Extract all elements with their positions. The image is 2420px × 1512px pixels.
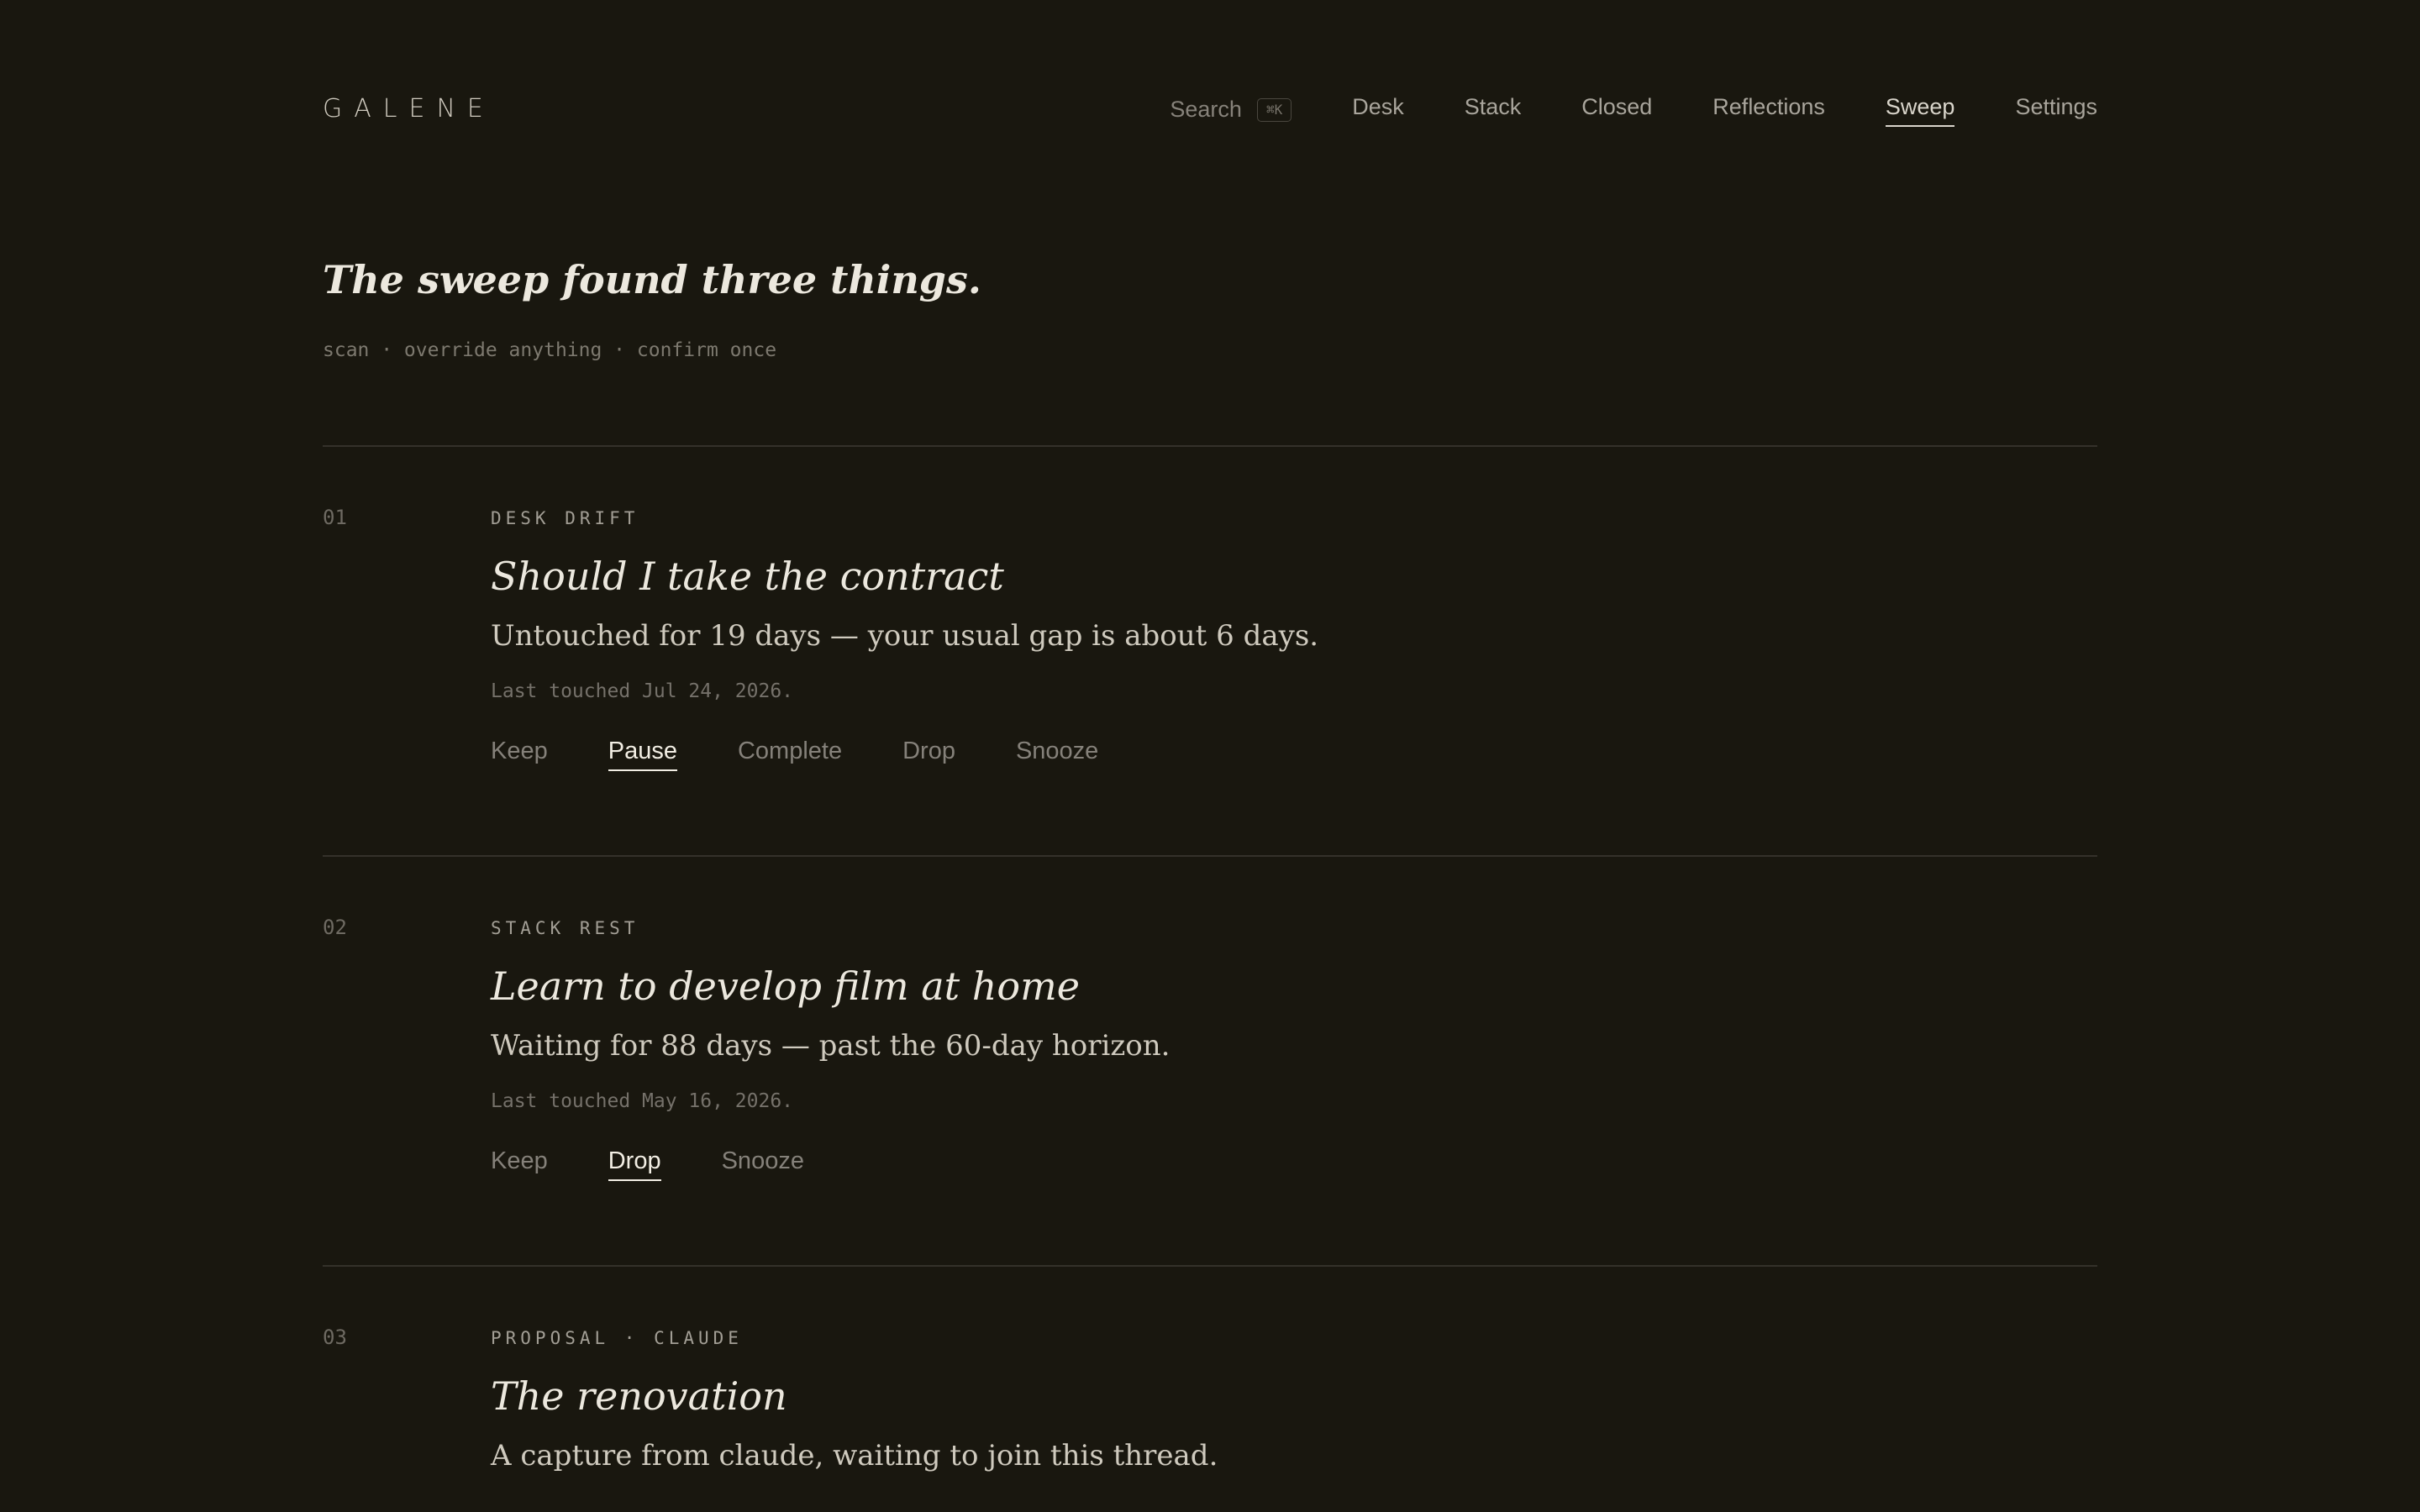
item-actions: Keep Pause Complete Drop Snooze xyxy=(491,738,2087,771)
search-label: Search xyxy=(1170,97,1242,122)
divider xyxy=(323,445,2097,447)
item-description: A capture from claude, waiting to join t… xyxy=(491,1439,1218,1473)
nav-item-desk[interactable]: Desk xyxy=(1352,94,1404,125)
item-number: 02 xyxy=(323,916,347,939)
snooze-button[interactable]: Snooze xyxy=(722,1147,804,1180)
item-actions: Keep Drop Snooze xyxy=(491,1147,2087,1181)
item-body: DESK DRIFT Should I take the contract Un… xyxy=(491,506,2087,771)
nav-item-sweep[interactable]: Sweep xyxy=(1885,94,1954,127)
main-nav: Search ⌘K Desk Stack Closed Reflections … xyxy=(1170,94,2097,127)
item-last-touched: Last touched May 16, 2026. xyxy=(491,1090,794,1112)
pause-button[interactable]: Pause xyxy=(608,738,678,771)
app-logo[interactable]: GALENE xyxy=(323,94,495,123)
snooze-button[interactable]: Snooze xyxy=(1016,738,1098,770)
item-number: 01 xyxy=(323,506,347,529)
divider xyxy=(323,855,2097,857)
nav-item-stack[interactable]: Stack xyxy=(1465,94,1522,125)
page-title: The sweep found three things. xyxy=(323,257,981,302)
nav-item-closed[interactable]: Closed xyxy=(1581,94,1652,125)
search-shortcut-badge: ⌘K xyxy=(1256,97,1292,122)
item-title[interactable]: Should I take the contract xyxy=(491,551,2087,601)
nav-item-reflections[interactable]: Reflections xyxy=(1712,94,1825,125)
item-category: DESK DRIFT xyxy=(491,508,639,528)
item-number: 03 xyxy=(323,1326,347,1349)
keep-button[interactable]: Keep xyxy=(491,1147,548,1180)
item-body: STACK REST Learn to develop film at home… xyxy=(491,916,2087,1181)
drop-button[interactable]: Drop xyxy=(902,738,955,770)
item-category: PROPOSAL · CLAUDE xyxy=(491,1328,743,1348)
item-title[interactable]: Learn to develop film at home xyxy=(491,961,2087,1011)
keep-button[interactable]: Keep xyxy=(491,738,548,770)
item-last-touched: Last touched Jul 24, 2026. xyxy=(491,680,794,702)
divider xyxy=(323,1265,2097,1267)
page-subtitle: scan · override anything · confirm once xyxy=(323,339,777,361)
drop-button[interactable]: Drop xyxy=(608,1147,661,1181)
item-body: PROPOSAL · CLAUDE The renovation A captu… xyxy=(491,1326,2087,1475)
item-title[interactable]: The renovation xyxy=(491,1371,2087,1421)
top-header: GALENE Search ⌘K Desk Stack Closed Refle… xyxy=(323,91,2097,127)
sweep-page: GALENE Search ⌘K Desk Stack Closed Refle… xyxy=(0,0,2420,1512)
search-trigger[interactable]: Search ⌘K xyxy=(1170,97,1292,123)
nav-item-settings[interactable]: Settings xyxy=(2015,94,2097,125)
item-description: Waiting for 88 days — past the 60-day ho… xyxy=(491,1029,1171,1063)
item-category: STACK REST xyxy=(491,918,639,938)
complete-button[interactable]: Complete xyxy=(738,738,842,770)
item-description: Untouched for 19 days — your usual gap i… xyxy=(491,619,1319,653)
